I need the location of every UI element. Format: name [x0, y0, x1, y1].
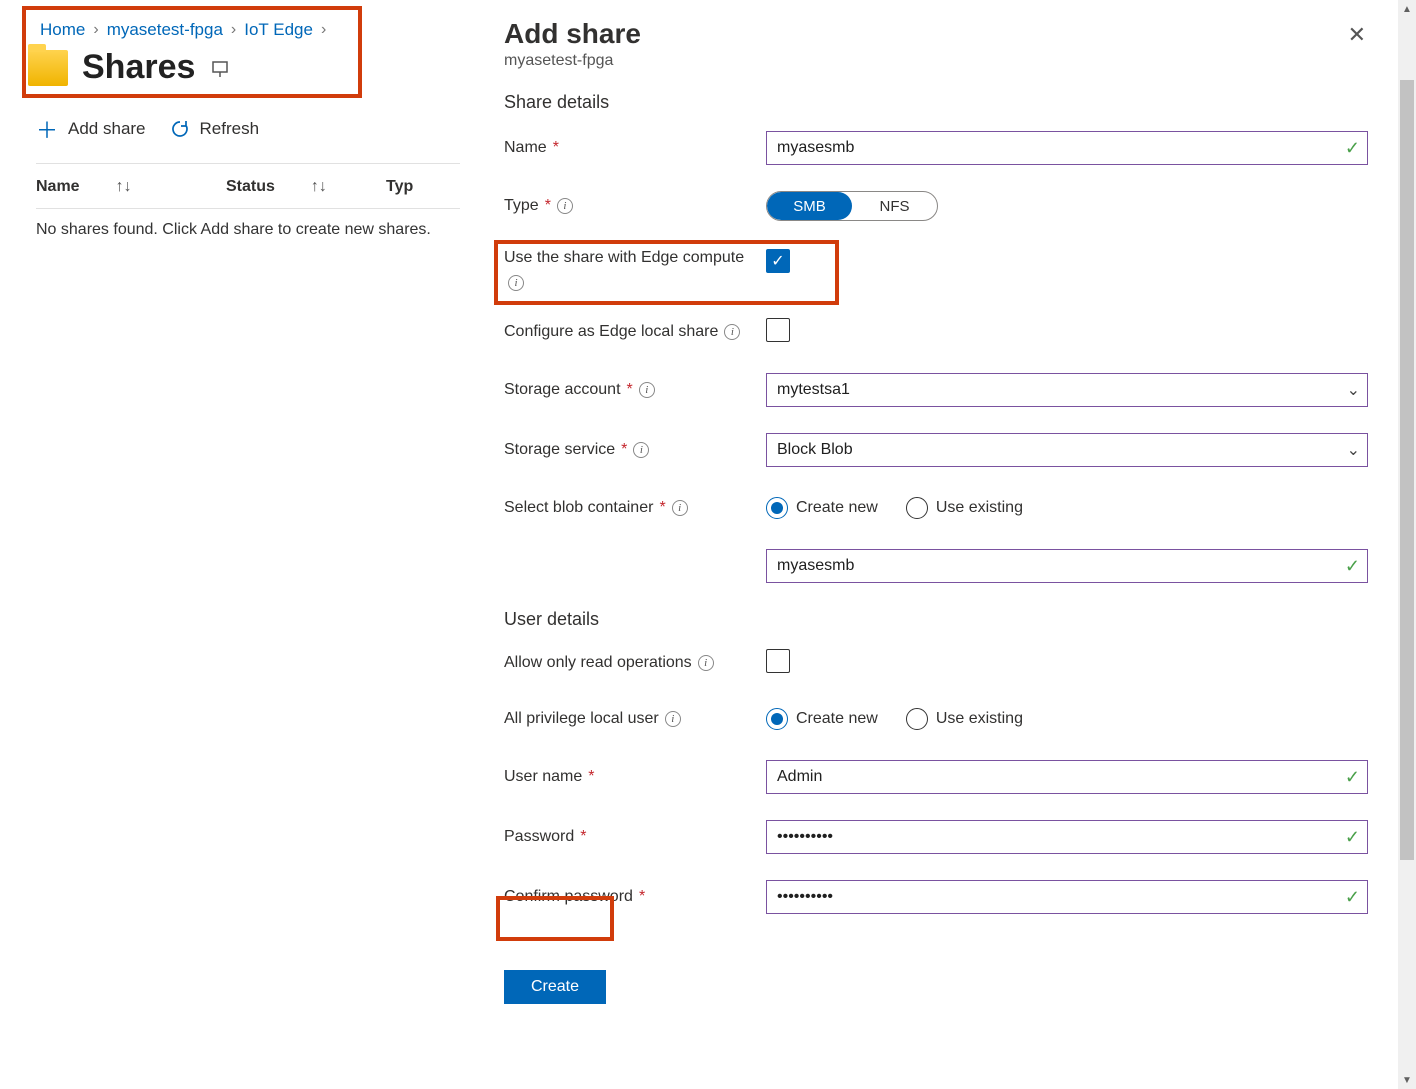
add-share-button[interactable]: ＋ Add share [36, 113, 146, 145]
type-option-smb[interactable]: SMB [767, 192, 852, 220]
username-label: User name* [504, 768, 766, 786]
scrollbar-up-arrow-icon[interactable]: ▲ [1398, 0, 1416, 18]
breadcrumb-section[interactable]: IoT Edge [244, 20, 313, 40]
user-use-existing-radio[interactable]: Use existing [906, 708, 1023, 730]
vertical-scrollbar[interactable]: ▲ ▼ [1398, 0, 1416, 1089]
info-icon[interactable] [508, 275, 524, 291]
section-share-details: Share details [504, 92, 1368, 113]
page-title: Shares [82, 48, 195, 87]
username-input[interactable] [766, 760, 1368, 794]
password-input[interactable] [766, 820, 1368, 854]
panel-subtitle: myasetest-fpga [504, 52, 1368, 70]
chevron-right-icon: › [225, 21, 242, 39]
breadcrumb-home[interactable]: Home [40, 20, 85, 40]
blob-create-new-radio[interactable]: Create new [766, 497, 878, 519]
scrollbar-down-arrow-icon[interactable]: ▼ [1398, 1071, 1416, 1089]
local-share-label: Configure as Edge local share [504, 323, 766, 341]
scrollbar-thumb[interactable] [1400, 80, 1414, 860]
confirm-password-input[interactable] [766, 880, 1368, 914]
type-toggle[interactable]: SMB NFS [766, 191, 938, 221]
column-name[interactable]: Name ↑↓ [36, 178, 226, 196]
add-share-label: Add share [68, 119, 146, 139]
section-user-details: User details [504, 609, 1368, 630]
refresh-button[interactable]: Refresh [170, 113, 260, 145]
info-icon[interactable] [724, 324, 740, 340]
readonly-checkbox[interactable] [766, 649, 790, 673]
sort-icon: ↑↓ [281, 178, 327, 196]
share-name-input[interactable] [766, 131, 1368, 165]
pin-icon[interactable] [209, 57, 231, 79]
storage-service-select[interactable]: Block Blob [766, 433, 1368, 467]
info-icon[interactable] [665, 711, 681, 727]
breadcrumb: Home › myasetest-fpga › IoT Edge › [36, 15, 460, 48]
column-status[interactable]: Status ↑↓ [226, 178, 386, 196]
refresh-label: Refresh [200, 119, 260, 139]
column-status-label: Status [226, 178, 275, 196]
edge-compute-label: Use the share with Edge compute [504, 247, 766, 291]
name-label: Name* [504, 139, 766, 157]
priv-user-label: All privilege local user [504, 710, 766, 728]
plus-icon: ＋ [36, 113, 58, 145]
readonly-label: Allow only read operations [504, 654, 766, 672]
column-type[interactable]: Typ [386, 178, 446, 196]
chevron-right-icon: › [87, 21, 104, 39]
blob-use-existing-radio[interactable]: Use existing [906, 497, 1023, 519]
info-icon[interactable] [672, 500, 688, 516]
blob-container-label: Select blob container* [504, 499, 766, 517]
info-icon[interactable] [639, 382, 655, 398]
info-icon[interactable] [557, 198, 573, 214]
info-icon[interactable] [698, 655, 714, 671]
breadcrumb-resource[interactable]: myasetest-fpga [107, 20, 223, 40]
info-icon[interactable] [633, 442, 649, 458]
sort-icon: ↑↓ [86, 178, 132, 196]
user-create-new-radio[interactable]: Create new [766, 708, 878, 730]
close-icon[interactable]: ✕ [1348, 22, 1366, 48]
panel-heading: Add share [504, 18, 1368, 50]
chevron-right-icon: › [315, 21, 332, 39]
column-name-label: Name [36, 178, 80, 196]
storage-service-label: Storage service* [504, 441, 766, 459]
add-share-panel: ✕ Add share myasetest-fpga Share details… [480, 0, 1396, 1089]
password-label: Password* [504, 828, 766, 846]
type-label: Type* [504, 197, 766, 215]
folder-icon [28, 50, 68, 86]
refresh-icon [170, 119, 190, 139]
empty-state-text: No shares found. Click Add share to crea… [36, 208, 460, 251]
table-header: Name ↑↓ Status ↑↓ Typ [36, 163, 460, 208]
confirm-password-label: Confirm password* [504, 888, 766, 906]
create-button[interactable]: Create [504, 970, 606, 1004]
storage-account-select[interactable]: mytestsa1 [766, 373, 1368, 407]
container-name-input[interactable] [766, 549, 1368, 583]
type-option-nfs[interactable]: NFS [852, 192, 937, 220]
storage-account-label: Storage account* [504, 381, 766, 399]
edge-compute-checkbox[interactable]: ✓ [766, 249, 790, 273]
local-share-checkbox[interactable] [766, 318, 790, 342]
